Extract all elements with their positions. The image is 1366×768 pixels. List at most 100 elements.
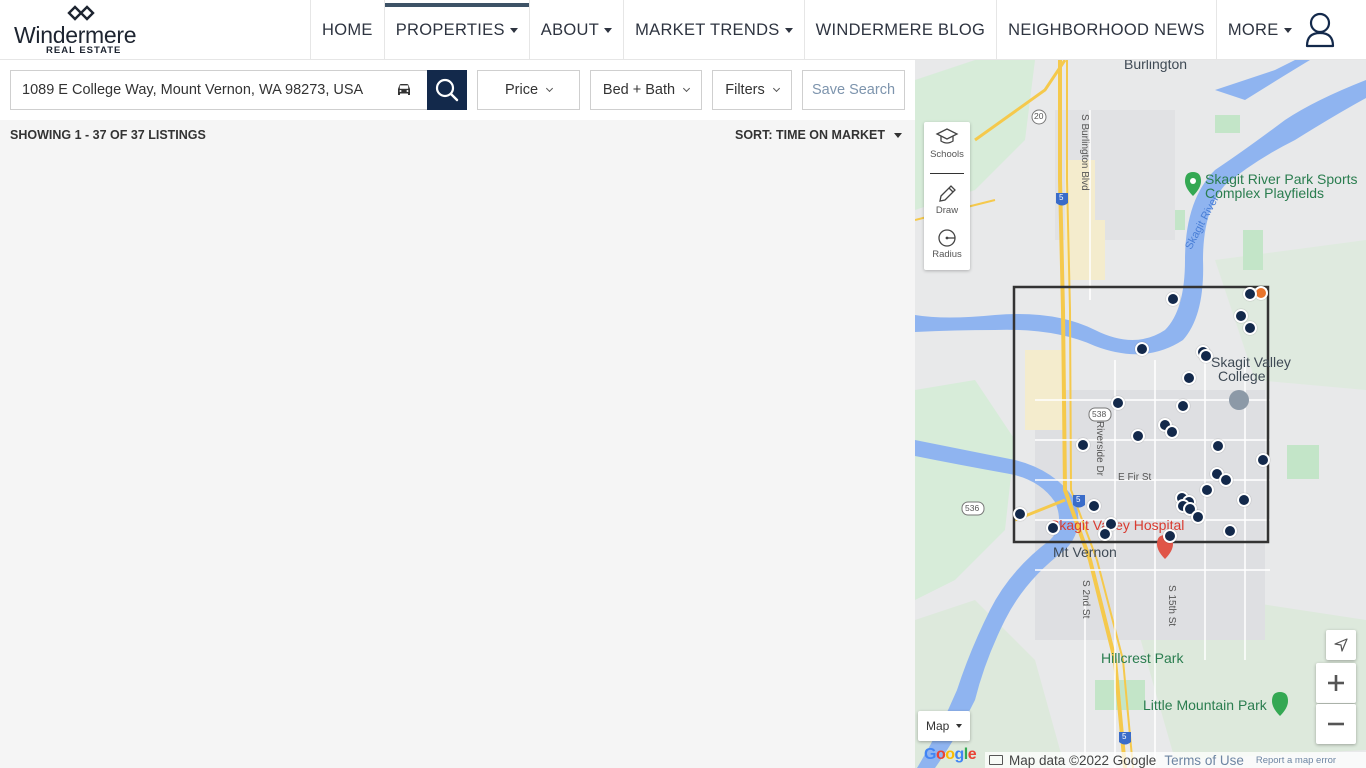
nav-item-label: ABOUT	[540, 20, 600, 39]
draw-tool[interactable]: Draw	[924, 178, 970, 224]
route-label-20: 20	[1034, 111, 1044, 121]
bed-bath-filter-button[interactable]: Bed + Bath	[590, 70, 702, 110]
listings-map[interactable]: Burlington Skagit River Park Sports Comp…	[915, 60, 1366, 768]
nav-item-properties[interactable]: PROPERTIES	[383, 0, 529, 60]
location-search-input[interactable]	[11, 71, 391, 109]
listing-pin[interactable]	[1076, 438, 1090, 452]
search-input-container	[10, 70, 428, 110]
nav-item-more[interactable]: MORE	[1215, 0, 1303, 60]
google-logo-letter: g	[954, 746, 965, 763]
listing-pin[interactable]	[1200, 483, 1214, 497]
caret-down-icon	[784, 27, 793, 33]
car-icon[interactable]	[395, 81, 413, 99]
search-icon	[435, 78, 459, 102]
nav-item-market-trends[interactable]: MARKET TRENDS	[623, 0, 803, 60]
interstate-label-5-center: 5	[1076, 495, 1081, 504]
listing-pin[interactable]	[1165, 425, 1179, 439]
main-nav: HOME PROPERTIES ABOUT MARKET TRENDS WINDERME…	[310, 0, 1303, 60]
listing-pin[interactable]	[1191, 510, 1205, 524]
map-label-s-2nd-st: S 2nd St	[1080, 580, 1091, 619]
pencil-icon	[939, 185, 956, 202]
nav-item-label: MORE	[1227, 20, 1279, 39]
google-logo-letter: G	[924, 746, 936, 763]
nav-item-label: WINDERMERE BLOG	[815, 20, 986, 39]
listing-pin[interactable]	[1135, 342, 1149, 356]
map-type-selector[interactable]: Map	[918, 711, 970, 741]
map-label-mt-vernon: Mt Vernon	[1053, 544, 1117, 560]
radius-tool[interactable]: Radius	[924, 224, 970, 270]
nav-item-about[interactable]: ABOUT	[528, 0, 623, 60]
listing-pin[interactable]	[1111, 396, 1125, 410]
listing-pin[interactable]	[1166, 292, 1180, 306]
logo-subtitle: REAL ESTATE	[46, 45, 122, 56]
terms-of-use-link[interactable]: Terms of Use	[1164, 753, 1244, 768]
chevron-down-icon	[683, 84, 691, 93]
bed-bath-filter-label: Bed + Bath	[602, 82, 676, 98]
windermere-logo[interactable]: Windermere REAL ESTATE	[14, 4, 154, 56]
radius-tool-label: Radius	[932, 249, 962, 260]
nav-item-neighborhood-news[interactable]: NEIGHBORHOOD NEWS	[996, 0, 1216, 60]
search-toolbar: Price Bed + Bath Filters Save Search	[0, 60, 915, 120]
listing-pin[interactable]	[1182, 371, 1196, 385]
caret-down-icon	[1283, 27, 1292, 33]
listing-pin[interactable]	[1013, 507, 1027, 521]
chevron-down-icon	[772, 84, 780, 93]
zoom-in-button[interactable]	[1316, 663, 1356, 703]
caret-down-icon	[894, 132, 902, 138]
listing-pin[interactable]	[1219, 473, 1233, 487]
map-attribution: Map data ©2022 Google Terms of Use Repor…	[985, 752, 1366, 768]
logo-mark-icon	[67, 5, 95, 21]
map-label-s-burlington-blvd: S Burlington Blvd	[1079, 114, 1090, 191]
nav-item-label: HOME	[322, 20, 373, 39]
listing-pin[interactable]	[1163, 529, 1177, 543]
map-type-label: Map	[926, 719, 950, 733]
map-label-skagit-valley-college-2: College	[1218, 368, 1266, 384]
map-label-e-fir-st: E Fir St	[1118, 472, 1152, 483]
listing-pin[interactable]	[1223, 524, 1237, 538]
listing-pin[interactable]	[1098, 527, 1112, 541]
chevron-down-icon	[545, 84, 554, 93]
schools-tool[interactable]: Schools	[924, 122, 970, 168]
route-label-536: 536	[965, 503, 980, 513]
map-label-burlington: Burlington	[1124, 60, 1188, 72]
graduation-cap-icon	[935, 128, 959, 144]
price-filter-button[interactable]: Price	[477, 70, 580, 110]
listing-pin[interactable]	[1256, 453, 1270, 467]
navigation-arrow-icon	[1334, 638, 1348, 652]
price-filter-label: Price	[504, 82, 539, 98]
search-button[interactable]	[427, 70, 467, 110]
nav-item-windermere-blog[interactable]: WINDERMERE BLOG	[803, 0, 997, 60]
filters-label: Filters	[725, 82, 765, 98]
minus-icon	[1328, 722, 1344, 726]
listing-pin[interactable]	[1176, 399, 1190, 413]
map-label-s-15th-st: S 15th St	[1166, 585, 1177, 627]
listing-pin[interactable]	[1131, 429, 1145, 443]
map-label-riverside-dr: Riverside Dr	[1094, 421, 1105, 477]
map-data-credit: Map data ©2022 Google	[1009, 752, 1157, 768]
caret-down-icon	[604, 27, 613, 33]
map-label-little-mountain-park: Little Mountain Park	[1143, 697, 1267, 713]
caret-down-icon	[509, 27, 518, 33]
interstate-label-5-north: 5	[1059, 193, 1064, 202]
keyboard-icon[interactable]	[989, 755, 1003, 765]
listing-pin[interactable]	[1237, 493, 1251, 507]
user-icon[interactable]	[1300, 10, 1340, 50]
listing-pin[interactable]	[1087, 499, 1101, 513]
map-label-hillcrest-park: Hillcrest Park	[1101, 650, 1184, 666]
save-search-button[interactable]: Save Search	[802, 70, 905, 110]
listing-pin[interactable]	[1046, 521, 1060, 535]
google-logo: Google	[924, 746, 977, 764]
listing-pin[interactable]	[1211, 439, 1225, 453]
locate-button[interactable]	[1326, 630, 1356, 660]
sort-dropdown[interactable]: SORT: TIME ON MARKET	[735, 128, 902, 142]
zoom-out-button[interactable]	[1316, 704, 1356, 744]
more-filters-button[interactable]: Filters	[712, 70, 792, 110]
schools-tool-label: Schools	[930, 149, 964, 160]
tool-divider	[930, 173, 964, 174]
listing-pin[interactable]	[1199, 349, 1213, 363]
google-logo-letter: o	[935, 746, 946, 763]
listing-pin[interactable]	[1243, 287, 1257, 301]
nav-item-home[interactable]: HOME	[310, 0, 384, 60]
report-map-error-link[interactable]: Report a map error	[1256, 755, 1336, 766]
listing-pin[interactable]	[1243, 321, 1257, 335]
